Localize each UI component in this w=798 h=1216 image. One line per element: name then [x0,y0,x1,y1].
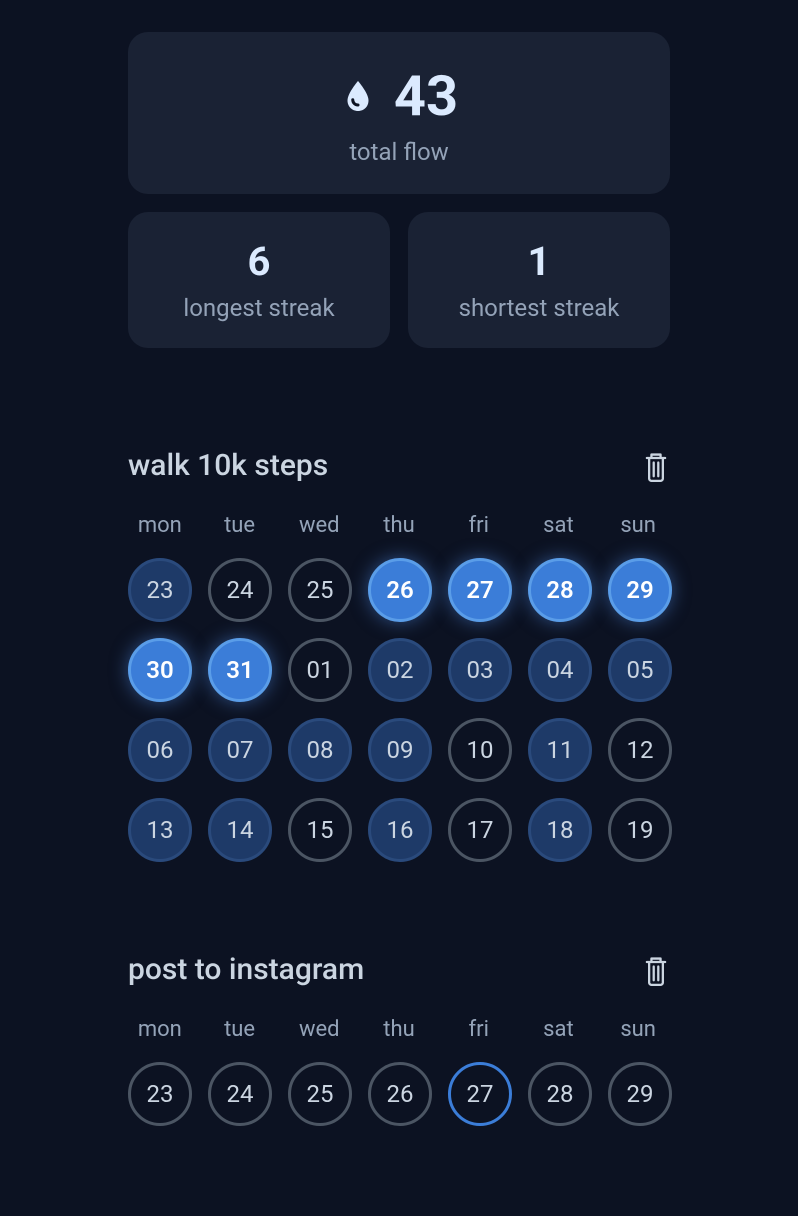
day-label: mon [128,513,192,538]
day-label: thu [367,513,431,538]
day-label: sun [606,1017,670,1042]
day-label: fri [447,513,511,538]
day-labels-row: montuewedthufrisatsun [128,1017,670,1042]
day-cell[interactable]: 09 [368,718,432,782]
total-flow-label: total flow [152,138,646,166]
day-label: wed [287,1017,351,1042]
day-label: wed [287,513,351,538]
habit-header: post to instagram [128,952,670,987]
habit-section: post to instagram montuewedthufrisatsun 23… [128,952,670,1126]
habit-section: walk 10k stepsmontuewedthufrisatsun23242… [128,448,670,862]
day-label: fri [447,1017,511,1042]
day-cell[interactable]: 17 [448,798,512,862]
day-cell[interactable]: 23 [128,558,192,622]
day-cell[interactable]: 24 [208,1062,272,1126]
day-cell[interactable]: 08 [288,718,352,782]
total-flow-value: 43 [394,68,458,124]
day-cell[interactable]: 19 [608,798,672,862]
day-label: sat [527,513,591,538]
day-cell[interactable]: 23 [128,1062,192,1126]
day-cell[interactable]: 04 [528,638,592,702]
day-cell[interactable]: 28 [528,1062,592,1126]
day-cell[interactable]: 12 [608,718,672,782]
day-cell[interactable]: 28 [528,558,592,622]
day-cell[interactable]: 25 [288,558,352,622]
day-cell[interactable]: 30 [128,638,192,702]
longest-streak-card: 6 longest streak [128,212,390,348]
day-cell[interactable]: 05 [608,638,672,702]
shortest-streak-label: shortest streak [432,294,646,322]
day-label: thu [367,1017,431,1042]
day-cell[interactable]: 27 [448,1062,512,1126]
calendar-grid: 23242526272829 [128,1062,670,1126]
day-label: mon [128,1017,192,1042]
day-cell[interactable]: 18 [528,798,592,862]
day-cell[interactable]: 14 [208,798,272,862]
day-labels-row: montuewedthufrisatsun [128,513,670,538]
habit-title: post to instagram [128,952,364,987]
drop-icon [340,78,376,114]
day-cell[interactable]: 10 [448,718,512,782]
day-label: sun [606,513,670,538]
day-cell[interactable]: 31 [208,638,272,702]
longest-streak-value: 6 [152,242,366,282]
habit-title: walk 10k steps [128,448,328,483]
day-cell[interactable]: 29 [608,1062,672,1126]
day-cell[interactable]: 02 [368,638,432,702]
day-cell[interactable]: 26 [368,558,432,622]
day-cell[interactable]: 16 [368,798,432,862]
day-cell[interactable]: 27 [448,558,512,622]
day-label: tue [208,513,272,538]
total-flow-card: 43 total flow [128,32,670,194]
trash-icon[interactable] [642,450,670,482]
calendar-grid: 23242526272829 30310102030405 060708091011… [128,558,670,862]
day-cell[interactable]: 07 [208,718,272,782]
day-cell[interactable]: 13 [128,798,192,862]
day-label: sat [527,1017,591,1042]
day-label: tue [208,1017,272,1042]
day-cell[interactable]: 01 [288,638,352,702]
shortest-streak-value: 1 [432,242,646,282]
day-cell[interactable]: 29 [608,558,672,622]
day-cell[interactable]: 15 [288,798,352,862]
trash-icon[interactable] [642,954,670,986]
day-cell[interactable]: 11 [528,718,592,782]
day-cell[interactable]: 24 [208,558,272,622]
day-cell[interactable]: 26 [368,1062,432,1126]
shortest-streak-card: 1 shortest streak [408,212,670,348]
day-cell[interactable]: 06 [128,718,192,782]
day-cell[interactable]: 25 [288,1062,352,1126]
day-cell[interactable]: 03 [448,638,512,702]
longest-streak-label: longest streak [152,294,366,322]
habit-header: walk 10k steps [128,448,670,483]
